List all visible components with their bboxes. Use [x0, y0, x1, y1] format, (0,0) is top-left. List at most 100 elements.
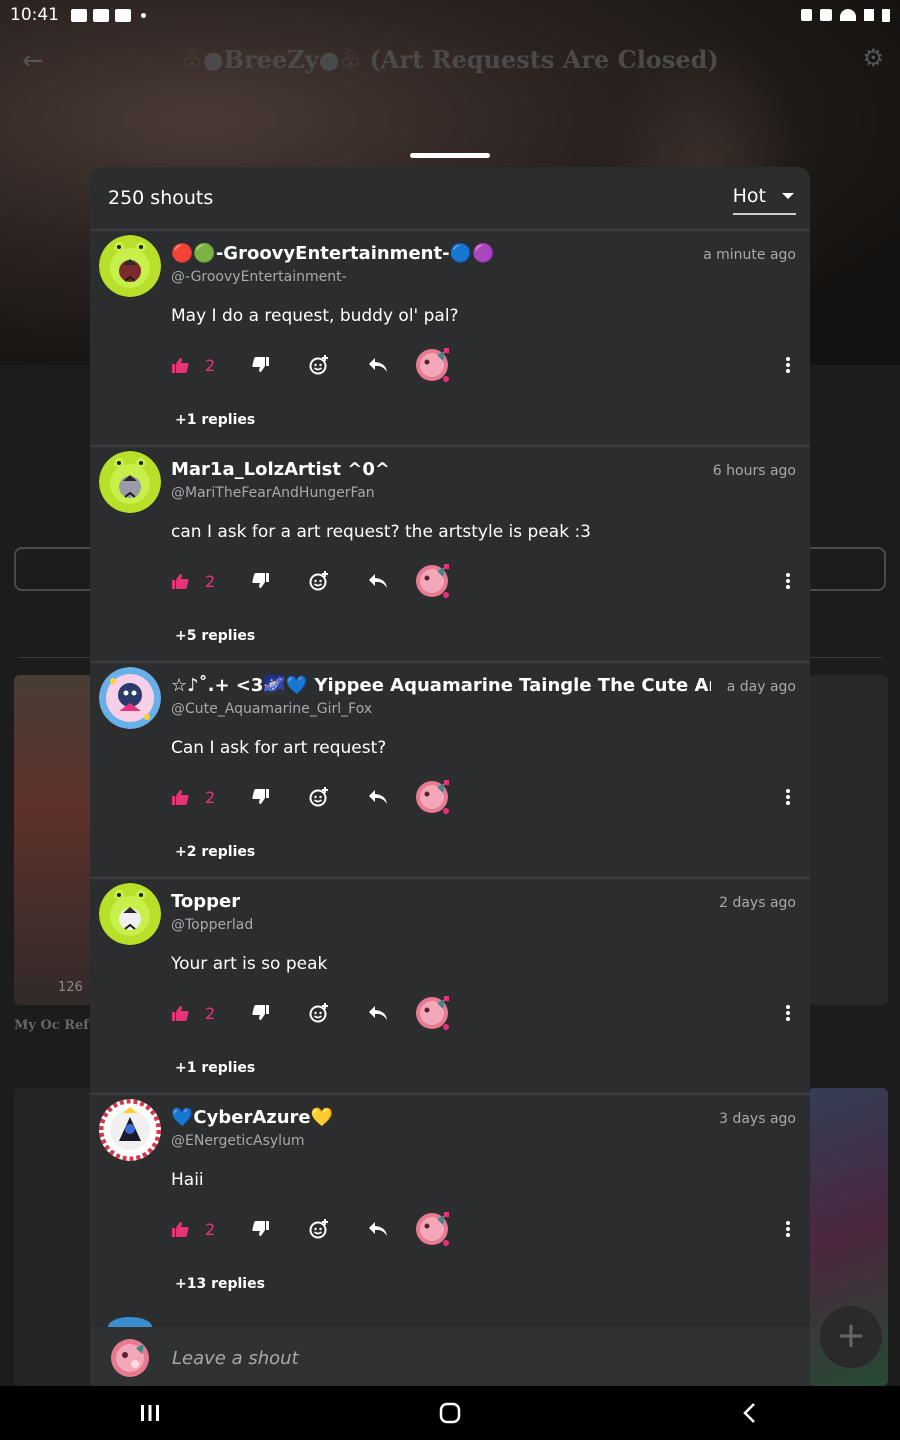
reply-icon[interactable]	[368, 573, 388, 589]
reaction-avatar[interactable]	[415, 563, 451, 599]
add-reaction-icon[interactable]	[309, 1003, 329, 1023]
reaction-avatar[interactable]	[415, 1211, 451, 1247]
shout-body: can I ask for a art request? the artstyl…	[171, 522, 591, 542]
username-text: Topper	[171, 891, 241, 912]
add-reaction-icon[interactable]	[309, 1219, 329, 1239]
shout-item[interactable]: Topper @Topperlad 2 days ago Your art is so…	[90, 877, 810, 1093]
recents-button[interactable]	[120, 1393, 180, 1433]
back-button[interactable]	[720, 1393, 780, 1433]
add-reaction-icon[interactable]	[309, 571, 329, 591]
name-suffix-emoji: 💛	[310, 1107, 334, 1128]
thumbs-down-icon[interactable]	[252, 789, 270, 805]
view-replies-link[interactable]: +13 replies	[175, 1276, 265, 1292]
timestamp: 6 hours ago	[712, 463, 796, 479]
thumbs-down-icon[interactable]	[252, 573, 270, 589]
username-text: ☆♪˚.+ <3🌌💙 Yippee Aquamarine Taingle The…	[171, 675, 711, 696]
shout-body: May I do a request, buddy ol' pal?	[171, 306, 459, 326]
timestamp: a minute ago	[703, 247, 796, 263]
like-count: 2	[205, 571, 216, 591]
reaction-avatar[interactable]	[415, 347, 451, 383]
post-card-left	[14, 675, 94, 1005]
thumbs-up-icon[interactable]	[171, 357, 189, 373]
shout-item[interactable]: 🔴🟢-GroovyEntertainment-🔵🟣 @-GroovyEnterta…	[90, 229, 810, 445]
more-notifications-icon	[141, 12, 146, 18]
user-avatar[interactable]	[99, 235, 161, 297]
view-replies-link[interactable]: +2 replies	[175, 844, 255, 860]
gear-icon[interactable]: ⚙	[862, 44, 884, 72]
post-like-count: 126	[58, 980, 83, 995]
reply-icon[interactable]	[368, 789, 388, 805]
thumbs-up-icon[interactable]	[171, 1221, 189, 1237]
more-options-icon[interactable]	[786, 1221, 790, 1237]
username-text: Mar1a_LolzArtist ^0^	[171, 459, 390, 480]
shout-item[interactable]: 💙CyberAzure💛 @ENergeticAsylum 3 days ago Ha…	[90, 1093, 810, 1309]
shout-input[interactable]: Leave a shout	[172, 1348, 299, 1369]
user-avatar[interactable]	[99, 883, 161, 945]
like-count: 2	[205, 355, 216, 375]
add-reaction-icon[interactable]	[309, 787, 329, 807]
user-avatar[interactable]	[99, 667, 161, 729]
my-avatar	[111, 1339, 149, 1377]
name-prefix-emoji: 💙	[171, 1107, 194, 1128]
shout-item[interactable]: Mar1a_LolzArtist ^0^ @MariTheFearAndHunge…	[90, 445, 810, 661]
view-replies-link[interactable]: +5 replies	[175, 628, 255, 644]
reaction-avatar[interactable]	[415, 995, 451, 1031]
thumbs-up-icon[interactable]	[171, 573, 189, 589]
thumbs-down-icon[interactable]	[252, 1005, 270, 1021]
thumbs-up-icon[interactable]	[171, 789, 189, 805]
post-card-right	[808, 675, 888, 1005]
reaction-avatar[interactable]	[415, 779, 451, 815]
gallery-notification-icon	[71, 8, 87, 22]
reply-icon[interactable]	[368, 1005, 388, 1021]
username[interactable]: 💙CyberAzure💛	[171, 1107, 333, 1128]
view-replies-link[interactable]: +1 replies	[175, 412, 255, 428]
username[interactable]: ☆♪˚.+ <3🌌💙 Yippee Aquamarine Taingle The…	[171, 675, 711, 696]
more-options-icon[interactable]	[786, 357, 790, 373]
home-button[interactable]	[420, 1393, 480, 1433]
like-count: 2	[205, 1219, 216, 1239]
add-post-button[interactable]: +	[820, 1306, 882, 1368]
username-text: CyberAzure	[193, 1107, 311, 1128]
username[interactable]: Topper	[171, 891, 240, 912]
thumbs-down-icon[interactable]	[252, 357, 270, 373]
thumbs-up-icon[interactable]	[171, 1005, 189, 1021]
youtube-notification-icon	[93, 8, 109, 22]
shout-body: Haii	[171, 1170, 204, 1190]
battery-icon	[882, 8, 890, 22]
thumbs-down-icon[interactable]	[252, 1221, 270, 1237]
username[interactable]: Mar1a_LolzArtist ^0^	[171, 459, 390, 480]
youtube-notification-icon	[115, 8, 131, 22]
more-options-icon[interactable]	[786, 1005, 790, 1021]
user-avatar[interactable]	[99, 451, 161, 513]
post-card-left-2	[14, 1088, 94, 1386]
system-icons	[801, 8, 890, 22]
like-count: 2	[205, 787, 216, 807]
user-handle: @Topperlad	[171, 917, 254, 933]
shout-item[interactable]: ☆♪˚.+ <3🌌💙 Yippee Aquamarine Taingle The…	[90, 661, 810, 877]
more-options-icon[interactable]	[786, 789, 790, 805]
reply-icon[interactable]	[368, 357, 388, 373]
user-handle: @MariTheFearAndHungerFan	[171, 485, 375, 501]
lock-icon	[801, 9, 812, 21]
sort-dropdown[interactable]: Hot	[732, 181, 796, 215]
home-icon	[439, 1402, 461, 1424]
user-avatar[interactable]	[99, 1099, 161, 1161]
recents-icon	[141, 1405, 159, 1421]
user-handle: @ENergeticAsylum	[171, 1133, 305, 1149]
more-options-icon[interactable]	[786, 573, 790, 589]
view-replies-link[interactable]: +1 replies	[175, 1060, 255, 1076]
shout-actions: 2	[171, 563, 796, 599]
shout-actions: 2	[171, 347, 796, 383]
shout-composer[interactable]: Leave a shout	[90, 1327, 810, 1387]
shouts-sheet: 250 shouts Hot 🔴🟢-GroovyEntertainment-🔵🟣…	[90, 167, 810, 1387]
android-nav-bar	[0, 1386, 900, 1440]
username[interactable]: 🔴🟢-GroovyEntertainment-🔵🟣	[171, 243, 494, 264]
name-prefix-emoji: 🔴🟢	[171, 243, 216, 264]
add-reaction-icon[interactable]	[309, 355, 329, 375]
reply-icon[interactable]	[368, 1221, 388, 1237]
chevron-down-icon	[782, 193, 794, 199]
shout-count: 250 shouts	[108, 187, 214, 209]
shouts-header: 250 shouts Hot	[90, 167, 810, 229]
status-bar: 10:41	[0, 0, 900, 30]
sheet-drag-handle[interactable]	[410, 153, 490, 158]
